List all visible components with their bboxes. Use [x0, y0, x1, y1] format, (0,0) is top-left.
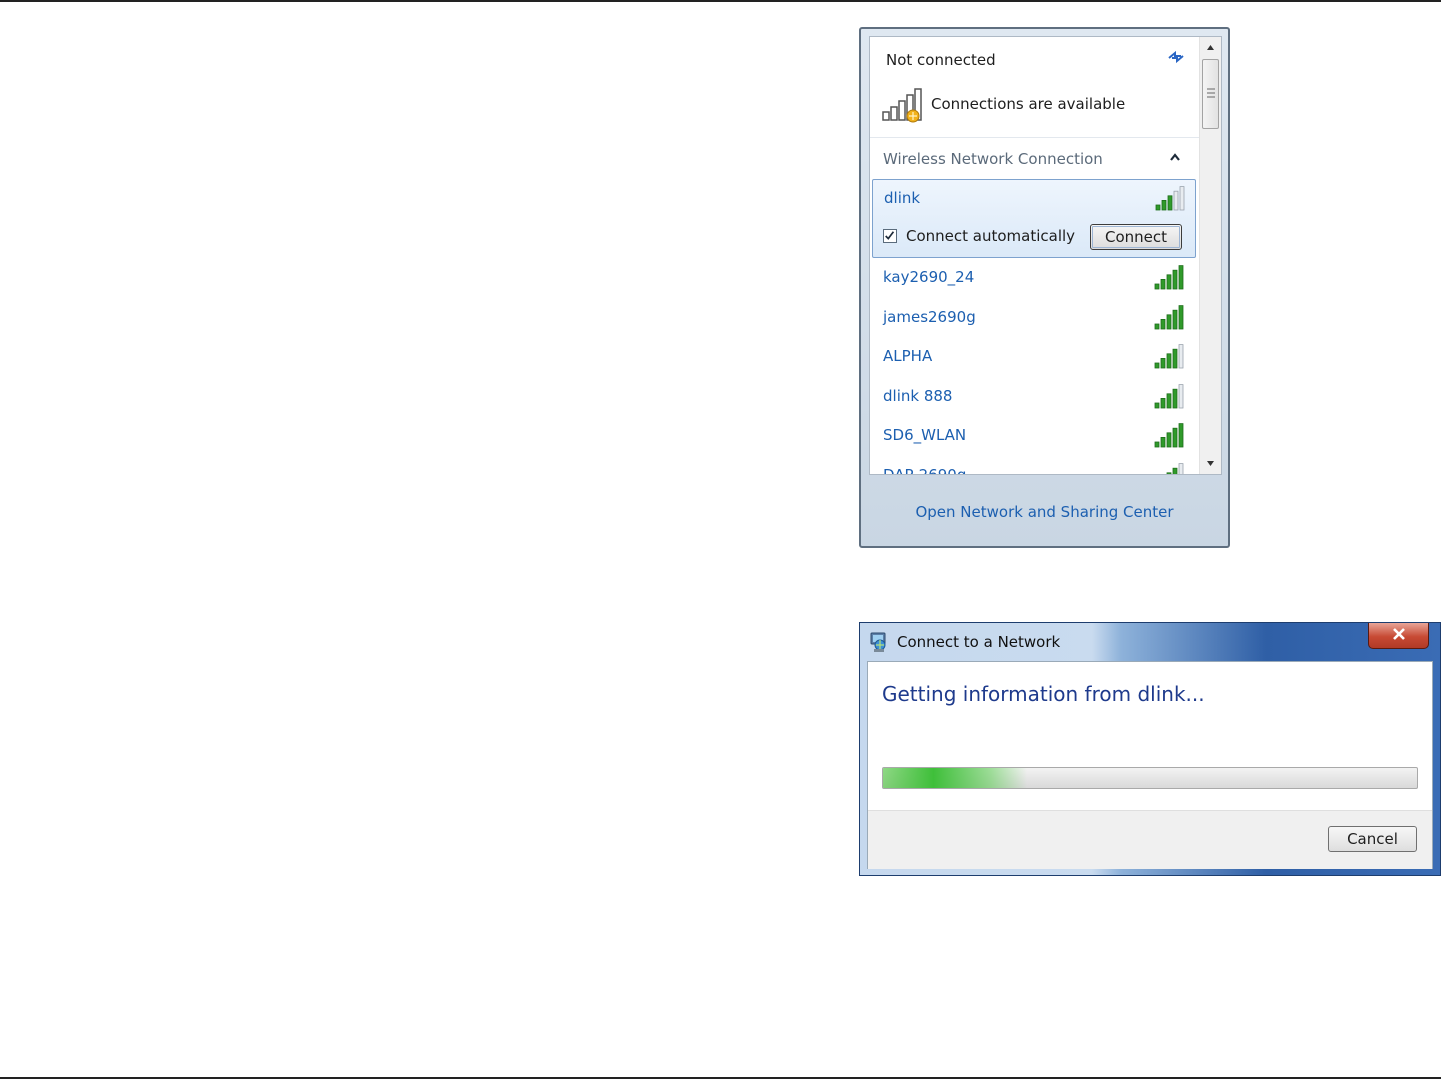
signal-bar	[1178, 383, 1184, 408]
section-wireless-header[interactable]: Wireless Network Connection	[870, 138, 1199, 179]
connect-button[interactable]: Connect	[1090, 224, 1182, 250]
signal-strength-icon	[1154, 423, 1184, 448]
signal-bars-warning-icon	[882, 88, 922, 123]
signal-bar	[1166, 313, 1172, 329]
signal-bar	[1160, 278, 1166, 290]
signal-bar	[1154, 402, 1160, 408]
signal-strength-icon	[1166, 462, 1184, 474]
connection-status: Not connected Connections are available	[870, 37, 1199, 137]
signal-bar	[1167, 195, 1173, 211]
network-item[interactable]: kay2690_24	[870, 260, 1199, 299]
signal-bar	[1179, 186, 1185, 211]
signal-bar	[1166, 353, 1172, 369]
network-name: SD6_WLAN	[883, 426, 967, 444]
dialog-footer: Cancel	[868, 810, 1432, 869]
signal-bar	[1160, 318, 1166, 329]
signal-bar	[1154, 441, 1160, 448]
network-name: DAP-2690g	[883, 465, 967, 475]
signal-bar	[1172, 427, 1178, 448]
signal-bar	[1166, 471, 1172, 474]
progress-fill	[883, 768, 1028, 788]
network-list: kay2690_24 james2690g ALPHA dlink 888 SD6_WL…	[870, 260, 1199, 474]
scroll-up-arrow-icon[interactable]	[1202, 39, 1219, 57]
network-name: kay2690_24	[883, 268, 975, 286]
signal-strength-icon	[1154, 304, 1184, 329]
connect-automatically-checkbox[interactable]	[883, 229, 897, 243]
section-title: Wireless Network Connection	[883, 150, 1103, 168]
scroll-thumb[interactable]	[1202, 59, 1219, 129]
network-item[interactable]: SD6_WLAN	[870, 418, 1199, 457]
signal-bar	[1178, 344, 1184, 369]
cancel-button[interactable]: Cancel	[1328, 826, 1417, 852]
chevron-up-icon[interactable]	[1168, 152, 1182, 162]
signal-bar	[1154, 283, 1160, 290]
dialog-heading: Getting information from dlink...	[882, 682, 1205, 706]
bottom-rule	[0, 1077, 1441, 1079]
checkmark-icon	[885, 231, 895, 240]
progress-bar	[882, 767, 1418, 789]
signal-bar	[1160, 357, 1166, 369]
signal-bar	[1172, 388, 1178, 408]
signal-bar	[1172, 269, 1178, 290]
signal-bar	[1172, 309, 1178, 329]
close-icon	[1392, 628, 1405, 640]
network-name: james2690g	[883, 307, 976, 326]
dialog-body: Getting information from dlink... Cancel	[867, 661, 1433, 869]
signal-bar	[1172, 348, 1178, 369]
signal-bar	[1154, 362, 1160, 369]
signal-bar	[1166, 432, 1172, 448]
refresh-icon[interactable]	[1166, 49, 1186, 65]
dialog-title: Connect to a Network	[897, 633, 1061, 651]
network-item[interactable]: james2690g	[870, 300, 1199, 339]
signal-bar	[1161, 199, 1167, 211]
network-flyout: Not connected Connections are available …	[859, 27, 1230, 548]
signal-strength-icon	[1154, 344, 1184, 369]
scrollbar[interactable]	[1199, 37, 1221, 474]
network-item[interactable]: ALPHA	[870, 339, 1199, 378]
signal-bar	[1166, 274, 1172, 290]
flyout-content: Not connected Connections are available …	[869, 36, 1222, 475]
connect-dialog: Connect to a Network Getting information…	[859, 622, 1441, 876]
network-item-selected[interactable]: dlink Connect automatically Connect	[872, 179, 1196, 258]
signal-bar	[1155, 204, 1161, 211]
signal-strength-icon	[1154, 383, 1184, 408]
network-name: ALPHA	[883, 347, 933, 365]
signal-bar	[1154, 323, 1160, 329]
flyout-footer: Open Network and Sharing Center	[863, 481, 1226, 543]
signal-bar	[1178, 423, 1184, 448]
top-rule	[0, 0, 1441, 2]
signal-bar	[1178, 462, 1184, 474]
status-subtitle: Connections are available	[931, 95, 1126, 113]
signal-bar	[1178, 304, 1184, 329]
connect-automatically-label: Connect automatically	[906, 227, 1076, 245]
signal-bar	[1160, 397, 1166, 408]
network-item[interactable]: dlink 888	[870, 379, 1199, 418]
grip-icon	[1207, 88, 1215, 98]
signal-bar	[1166, 392, 1172, 408]
close-button[interactable]	[1368, 623, 1429, 649]
scroll-down-arrow-icon[interactable]	[1202, 454, 1219, 472]
signal-bar	[1172, 467, 1178, 474]
signal-bar	[1173, 190, 1179, 211]
network-name: dlink 888	[883, 386, 953, 405]
signal-bar	[1178, 265, 1184, 290]
status-title: Not connected	[886, 51, 996, 69]
dialog-titlebar[interactable]: Connect to a Network	[860, 623, 1440, 661]
network-globe-icon	[870, 632, 886, 652]
signal-strength-icon	[1154, 265, 1184, 290]
signal-strength-icon	[1155, 186, 1185, 211]
signal-bar	[1160, 436, 1166, 448]
selected-network-name: dlink	[884, 189, 921, 207]
open-network-center-link[interactable]: Open Network and Sharing Center	[863, 503, 1226, 521]
network-item[interactable]: DAP-2690g	[870, 458, 1199, 475]
